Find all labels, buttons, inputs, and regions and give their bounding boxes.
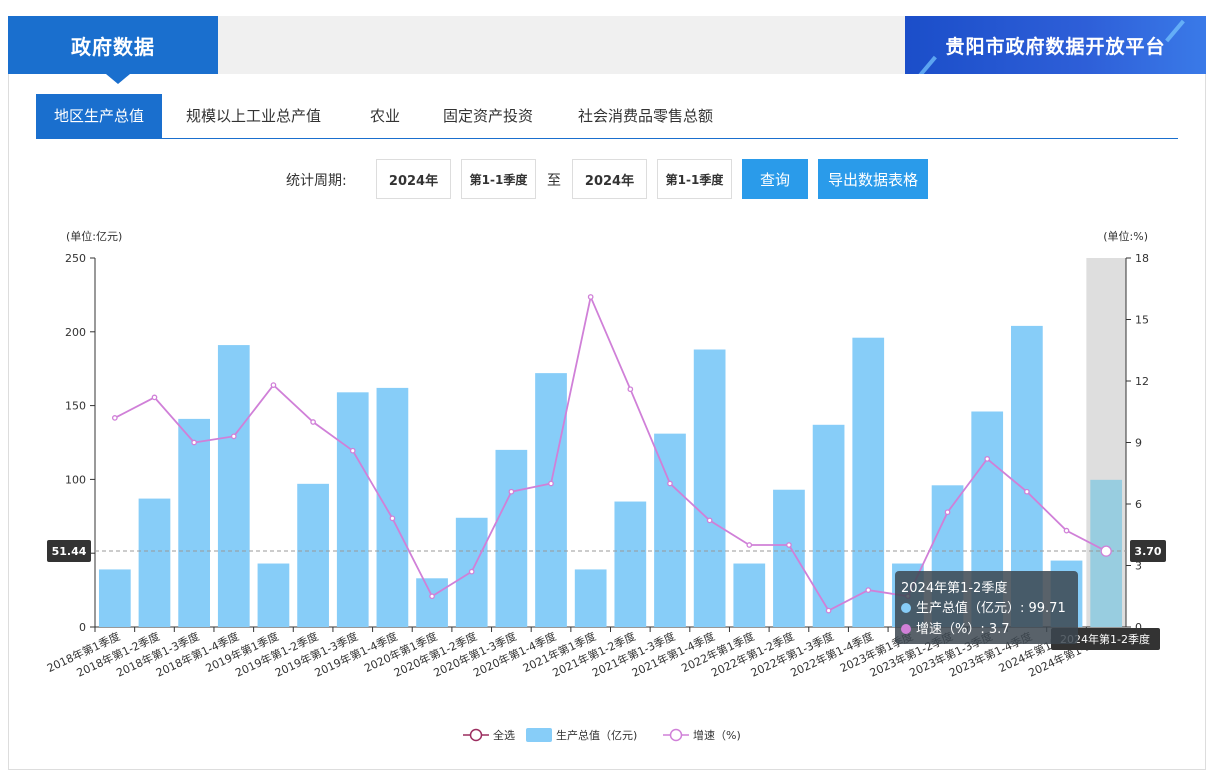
growth-point — [389, 515, 396, 522]
growth-point — [191, 439, 197, 446]
bar — [852, 337, 885, 627]
growth-point — [825, 607, 832, 614]
growth-point — [627, 386, 634, 393]
legend-select-all-marker — [469, 728, 483, 742]
bar — [495, 449, 528, 627]
bar — [693, 349, 726, 627]
growth-point — [349, 447, 356, 454]
bar — [812, 424, 845, 627]
legend-growth: 增速（%) — [693, 728, 741, 742]
bar — [574, 569, 607, 627]
crosshair-right-label: 3.70 — [1134, 545, 1161, 558]
bar — [98, 569, 131, 627]
growth-point — [310, 419, 316, 425]
growth-point — [230, 433, 237, 440]
right-axis-unit: (单位:%) — [1103, 229, 1148, 243]
legend-gdp-marker — [526, 728, 552, 742]
growth-point — [429, 593, 435, 600]
growth-point — [587, 294, 594, 300]
growth-point — [111, 415, 118, 421]
legend-gdp: 生产总值（亿元) — [556, 728, 637, 742]
growth-point — [944, 509, 951, 516]
growth-point — [151, 394, 158, 401]
bar — [217, 345, 250, 627]
growth-point — [1100, 545, 1112, 557]
tooltip-line-gdp: 生产总值（亿元）: 99.71 — [916, 600, 1066, 616]
left-axis-tick-label: 150 — [65, 400, 86, 413]
tooltip-title: 2024年第1-2季度 — [901, 580, 1007, 596]
growth-point — [865, 587, 872, 593]
tooltip-series-marker — [901, 624, 911, 634]
growth-point — [706, 517, 713, 524]
growth-point — [746, 542, 753, 548]
left-axis-unit: (单位:亿元) — [66, 229, 122, 243]
growth-point — [1063, 527, 1070, 534]
crosshair-left-label: 51.44 — [52, 545, 87, 558]
growth-point — [786, 542, 792, 548]
growth-point — [468, 568, 475, 575]
bar — [297, 483, 329, 627]
left-axis-tick-label: 0 — [79, 621, 86, 634]
legend-select-all: 全选 — [493, 728, 515, 742]
right-axis-tick-label: 12 — [1135, 375, 1149, 388]
legend-growth-marker — [669, 728, 683, 742]
left-axis-tick-label: 250 — [65, 252, 86, 265]
right-axis-tick-label: 18 — [1135, 252, 1149, 265]
right-axis-tick-label: 9 — [1135, 437, 1142, 450]
bar — [178, 418, 210, 627]
bar — [138, 498, 171, 627]
growth-point — [548, 480, 554, 487]
growth-point — [984, 456, 991, 462]
bar — [336, 392, 369, 627]
bar — [614, 501, 647, 627]
bar — [257, 563, 290, 627]
growth-point — [1024, 488, 1030, 495]
bar — [733, 563, 766, 627]
tooltip-line-growth: 增速（%）: 3.7 — [916, 622, 1010, 637]
bar — [654, 433, 686, 627]
growth-point — [270, 382, 277, 388]
left-axis-tick-label: 200 — [65, 326, 86, 339]
gdp-chart: 0501001502002500369121518(单位:亿元)(单位:%)20… — [45, 229, 1166, 742]
growth-point — [508, 488, 515, 495]
bar — [535, 373, 567, 627]
left-axis-tick-label: 100 — [65, 473, 86, 486]
bar — [376, 387, 409, 627]
bar — [773, 489, 805, 627]
tooltip-series-marker — [901, 603, 911, 613]
right-axis-tick-label: 6 — [1135, 498, 1142, 511]
growth-point — [667, 480, 673, 487]
right-axis-tick-label: 15 — [1135, 314, 1149, 327]
bar — [416, 578, 448, 627]
